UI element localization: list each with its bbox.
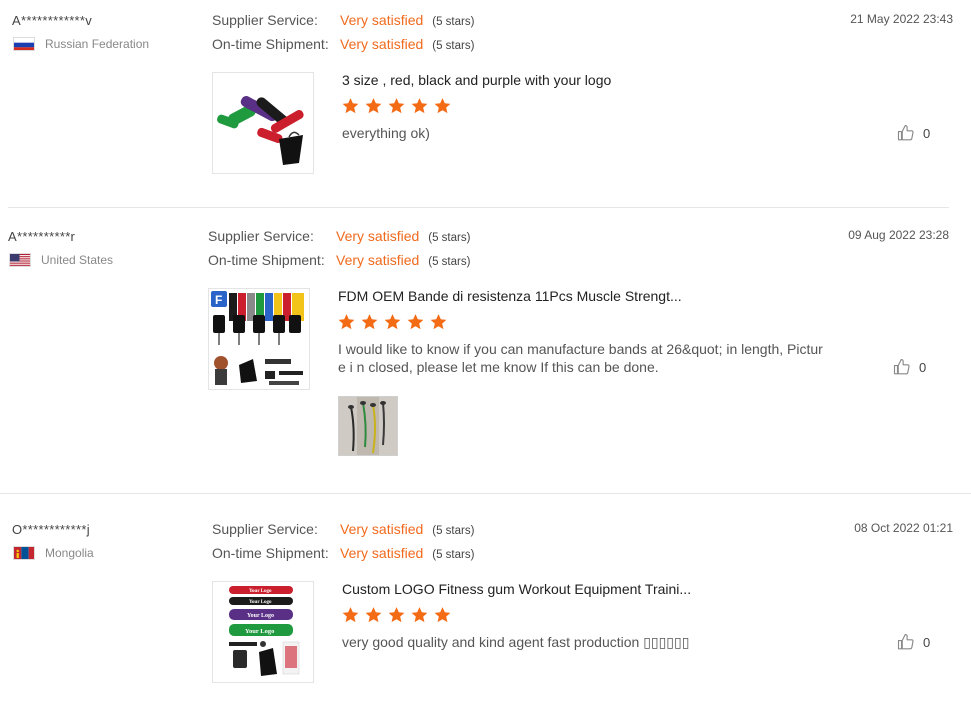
star-icon bbox=[361, 314, 378, 330]
shipment-value: Very satisfied bbox=[340, 545, 424, 561]
product-title[interactable]: Custom LOGO Fitness gum Workout Equipmen… bbox=[342, 581, 691, 597]
supplier-service-value: Very satisfied bbox=[340, 12, 424, 28]
product-thumbnail[interactable] bbox=[212, 72, 314, 174]
shipment-rating: On-time Shipment: Very satisfied (5 star… bbox=[208, 252, 470, 268]
star-icon bbox=[384, 314, 401, 330]
shipment-label: On-time Shipment: bbox=[212, 545, 329, 561]
star-icon bbox=[411, 98, 428, 114]
star-icon bbox=[338, 314, 355, 330]
thumb-logo-text: Your Logo bbox=[245, 628, 274, 635]
review-comment: very good quality and kind agent fast pr… bbox=[342, 634, 690, 650]
review-card: A************v Russian Federation Suppli… bbox=[0, 0, 971, 207]
product-title[interactable]: FDM OEM Bande di resistenza 11Pcs Muscle… bbox=[338, 288, 682, 304]
supplier-service-rating: Supplier Service: Very satisfied (5 star… bbox=[212, 521, 474, 537]
supplier-service-label: Supplier Service: bbox=[208, 228, 314, 244]
helpful-button[interactable]: 0 bbox=[897, 633, 930, 651]
usa-flag-icon bbox=[9, 253, 31, 267]
star-icon bbox=[407, 314, 424, 330]
mongolia-flag-icon bbox=[13, 546, 35, 560]
review-card: A**********r United States Supplier Serv… bbox=[0, 208, 971, 493]
star-icon bbox=[342, 98, 359, 114]
thumbs-up-icon bbox=[893, 358, 910, 375]
shipment-rating: On-time Shipment: Very satisfied (5 star… bbox=[212, 545, 474, 561]
product-thumbnail[interactable]: F bbox=[208, 288, 310, 390]
supplier-service-label: Supplier Service: bbox=[212, 12, 318, 28]
supplier-service-rating: Supplier Service: Very satisfied (5 star… bbox=[212, 12, 474, 28]
russia-flag-icon bbox=[13, 37, 35, 51]
review-date: 09 Aug 2022 23:28 bbox=[848, 228, 949, 242]
supplier-service-value: Very satisfied bbox=[336, 228, 420, 244]
reviewer-name: O************j bbox=[12, 522, 90, 537]
reviewer-country: Russian Federation bbox=[13, 37, 149, 51]
review-attachment-image[interactable] bbox=[338, 396, 398, 456]
shipment-stars: (5 stars) bbox=[432, 40, 475, 52]
star-icon bbox=[388, 98, 405, 114]
thumbs-up-icon bbox=[897, 124, 914, 141]
like-count: 0 bbox=[919, 359, 927, 375]
star-rating bbox=[337, 313, 448, 331]
review-date: 08 Oct 2022 01:21 bbox=[854, 521, 953, 535]
thumb-logo-text: Your Logo bbox=[247, 613, 274, 619]
country-label: Mongolia bbox=[45, 546, 94, 560]
thumbs-up-icon bbox=[897, 633, 914, 650]
star-icon bbox=[365, 98, 382, 114]
star-icon bbox=[365, 607, 382, 623]
review-comment: I would like to know if you can manufact… bbox=[338, 341, 823, 375]
supplier-service-stars: (5 stars) bbox=[432, 525, 475, 537]
thumb-logo-text: Your Logo bbox=[249, 600, 272, 605]
review-date: 21 May 2022 23:43 bbox=[850, 12, 953, 26]
review-comment: everything ok) bbox=[342, 125, 430, 141]
shipment-value: Very satisfied bbox=[340, 36, 424, 52]
shipment-rating: On-time Shipment: Very satisfied (5 star… bbox=[212, 36, 474, 52]
star-icon bbox=[430, 314, 447, 330]
supplier-service-label: Supplier Service: bbox=[212, 521, 318, 537]
country-label: United States bbox=[41, 253, 114, 267]
reviewer-country: Mongolia bbox=[13, 546, 94, 560]
shipment-stars: (5 stars) bbox=[428, 256, 471, 268]
supplier-service-stars: (5 stars) bbox=[432, 16, 475, 28]
product-title[interactable]: 3 size , red, black and purple with your… bbox=[342, 72, 611, 88]
supplier-service-rating: Supplier Service: Very satisfied (5 star… bbox=[208, 228, 470, 244]
shipment-label: On-time Shipment: bbox=[212, 36, 329, 52]
reviewer-country: United States bbox=[9, 253, 113, 267]
star-icon bbox=[342, 607, 359, 623]
helpful-button[interactable]: 0 bbox=[893, 358, 926, 376]
reviewer-name: A**********r bbox=[8, 229, 76, 244]
supplier-service-stars: (5 stars) bbox=[428, 232, 471, 244]
svg-text:F: F bbox=[215, 293, 222, 307]
shipment-value: Very satisfied bbox=[336, 252, 420, 268]
star-rating bbox=[341, 97, 452, 115]
thumb-logo-text: Your Logo bbox=[249, 589, 272, 594]
review-card: O************j Mongolia Supplier Service… bbox=[0, 494, 971, 712]
shipment-label: On-time Shipment: bbox=[208, 252, 325, 268]
star-icon bbox=[434, 98, 451, 114]
shipment-stars: (5 stars) bbox=[432, 549, 475, 561]
reviewer-name: A************v bbox=[12, 13, 93, 28]
supplier-service-value: Very satisfied bbox=[340, 521, 424, 537]
product-thumbnail[interactable]: Your Logo Your Logo Your Logo Your Logo bbox=[212, 581, 314, 683]
country-label: Russian Federation bbox=[45, 37, 150, 51]
star-icon bbox=[434, 607, 451, 623]
like-count: 0 bbox=[923, 634, 931, 650]
helpful-button[interactable]: 0 bbox=[897, 124, 930, 142]
star-rating bbox=[341, 606, 452, 624]
star-icon bbox=[411, 607, 428, 623]
like-count: 0 bbox=[923, 125, 931, 141]
star-icon bbox=[388, 607, 405, 623]
